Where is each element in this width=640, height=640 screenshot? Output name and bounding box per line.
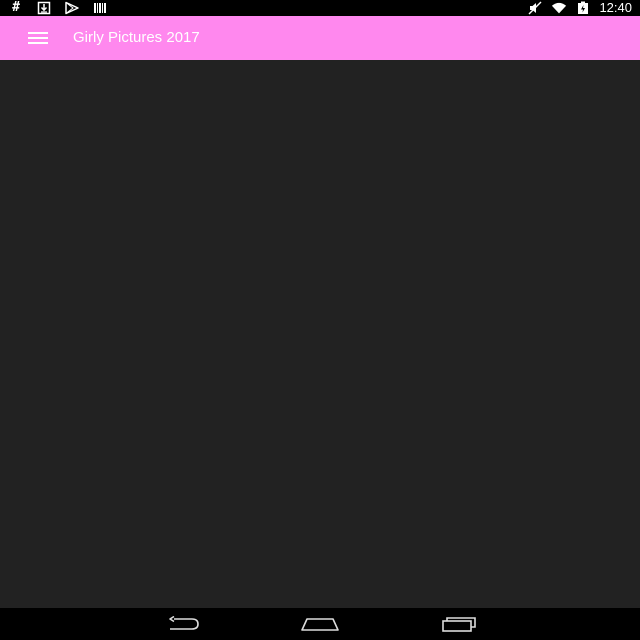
system-navigation-bar xyxy=(0,608,640,640)
home-button[interactable] xyxy=(298,612,342,636)
status-notification-icons: # xyxy=(8,0,108,16)
barcode-icon xyxy=(92,1,108,15)
hamburger-menu-icon xyxy=(28,32,48,44)
status-system-icons: 12:40 xyxy=(527,0,632,16)
home-icon xyxy=(301,618,339,631)
back-button[interactable] xyxy=(162,612,206,636)
content-area xyxy=(0,60,640,608)
app-title: Girly Pictures 2017 xyxy=(73,29,200,46)
hash-icon: # xyxy=(12,0,20,15)
navigation-drawer-button[interactable] xyxy=(24,28,52,48)
wifi-icon xyxy=(551,1,567,15)
recent-apps-button[interactable] xyxy=(436,612,480,636)
battery-icon xyxy=(575,1,591,15)
recent-apps-icon xyxy=(442,617,476,632)
mute-icon xyxy=(527,1,543,15)
app-screen: # 12:40 Girly Pictures 2017 xyxy=(0,0,640,640)
play-store-icon xyxy=(64,1,80,15)
back-icon xyxy=(169,616,199,630)
status-clock: 12:40 xyxy=(599,0,632,15)
status-bar: # 12:40 xyxy=(0,0,640,16)
download-icon xyxy=(36,1,52,15)
app-toolbar: Girly Pictures 2017 xyxy=(0,16,640,60)
